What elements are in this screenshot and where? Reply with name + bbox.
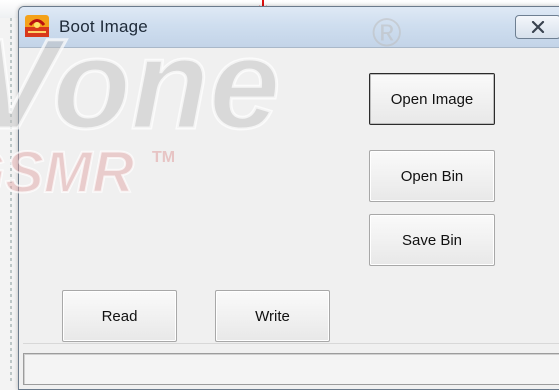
boot-image-dialog: Boot Image Open Image Open Bin Save Bin … <box>18 6 559 390</box>
read-button[interactable]: Read <box>62 290 177 342</box>
write-button[interactable]: Write <box>215 290 330 342</box>
open-bin-button[interactable]: Open Bin <box>369 150 495 202</box>
status-bar <box>23 353 559 385</box>
open-image-button[interactable]: Open Image <box>369 73 495 125</box>
close-button[interactable] <box>515 15 559 39</box>
dialog-client-area: Open Image Open Bin Save Bin Read Write <box>19 48 559 389</box>
close-x-icon <box>531 21 545 33</box>
save-bin-button[interactable]: Save Bin <box>369 214 495 266</box>
title-bar[interactable]: Boot Image <box>19 7 559 48</box>
separator-line <box>23 343 559 344</box>
window-title: Boot Image <box>59 17 148 36</box>
app-logo-icon <box>25 15 49 37</box>
background-dotted-rule <box>10 18 12 384</box>
